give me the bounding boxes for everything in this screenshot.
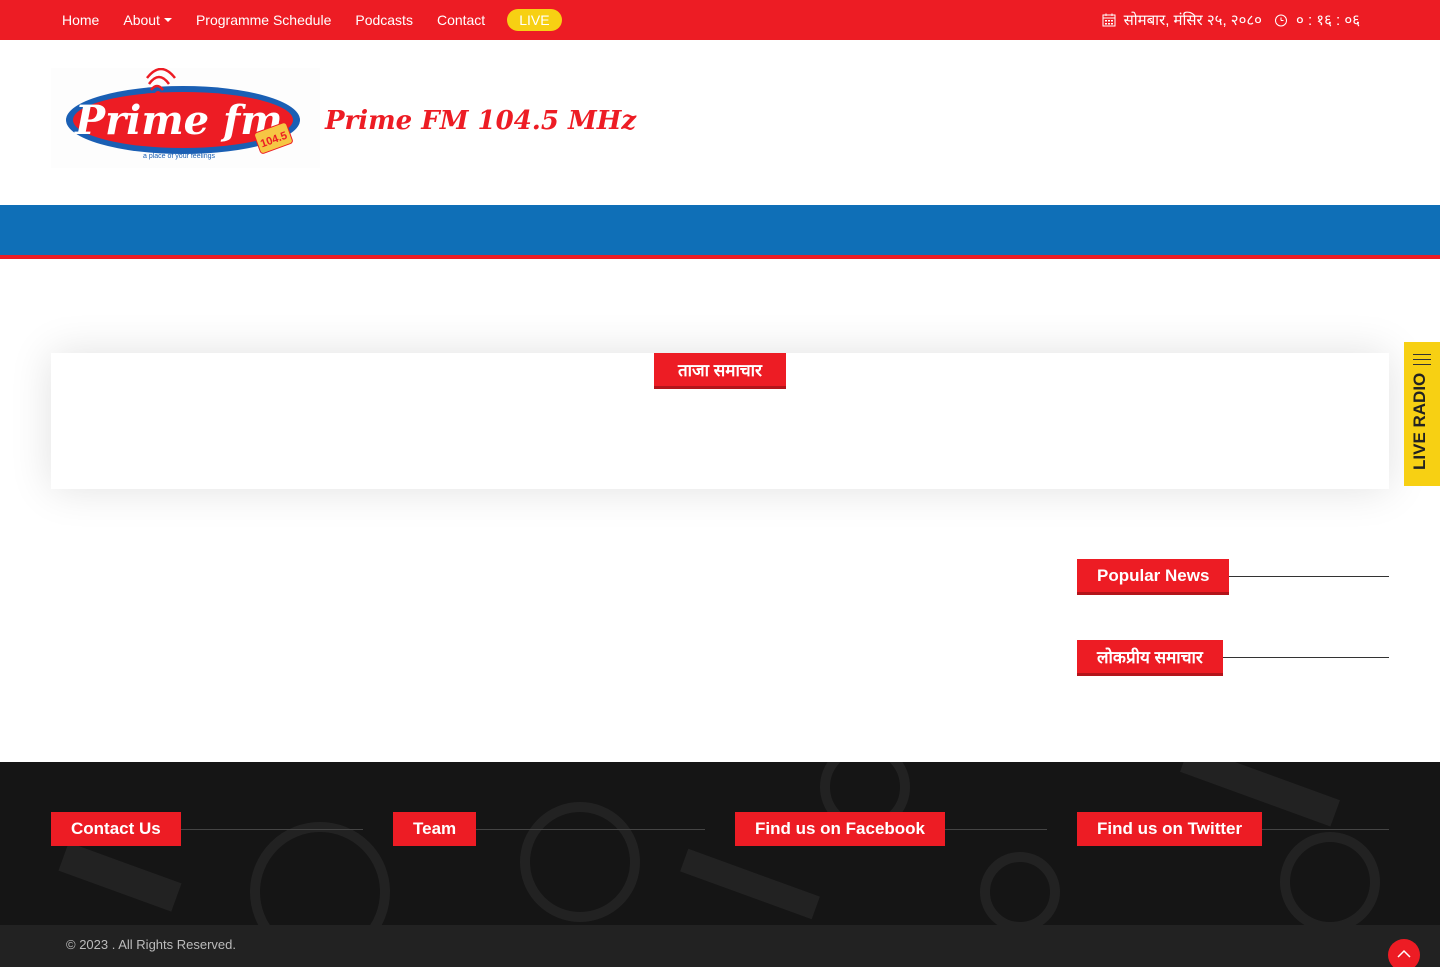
- footer-contact-title: Contact Us: [51, 812, 181, 846]
- popular-news-header: Popular News: [1077, 559, 1389, 595]
- date-item: सोमबार, मंसिर २५, २०८०: [1102, 10, 1262, 30]
- date-time: सोमबार, मंसिर २५, २०८० ० : १६ : ०६: [1090, 0, 1360, 40]
- footer-team-header: Team: [393, 812, 705, 846]
- nav-home[interactable]: Home: [62, 12, 99, 28]
- nav-contact[interactable]: Contact: [437, 12, 485, 28]
- footer-contact-header: Contact Us: [51, 812, 363, 846]
- live-button[interactable]: LIVE: [507, 9, 562, 31]
- site-logo[interactable]: Prime fm 104.5 a place of your feelings: [51, 67, 320, 168]
- popular-news-np-header: लोकप्रीय समाचार: [1077, 640, 1389, 676]
- nav-divider: [0, 255, 1440, 259]
- current-date: सोमबार, मंसिर २५, २०८०: [1123, 12, 1262, 29]
- footer-bg-decor: [980, 852, 1060, 925]
- menu-icon: [1413, 354, 1431, 366]
- caret-down-icon: [163, 18, 172, 22]
- logo-brand: Prime fm: [74, 97, 283, 144]
- nav-about-label: About: [123, 12, 160, 28]
- footer: Contact Us Team Find us on Facebook Find…: [0, 762, 1440, 925]
- popular-news-title: Popular News: [1077, 559, 1230, 595]
- main-nav-bar: [0, 205, 1440, 255]
- logo-tagline: a place of your feelings: [143, 153, 215, 160]
- footer-facebook-header: Find us on Facebook: [735, 812, 1047, 846]
- popular-news-np-title: लोकप्रीय समाचार: [1077, 640, 1223, 676]
- footer-twitter-title: Find us on Twitter: [1077, 812, 1263, 846]
- logo-graphic: Prime fm 104.5 a place of your feelings: [66, 67, 300, 160]
- nav-programme-label: Programme Schedule: [195, 12, 332, 28]
- calendar-icon: [1102, 13, 1116, 27]
- nav-podcasts-label: Podcasts: [355, 12, 413, 28]
- copyright-bar: © 2023 . All Rights Reserved.: [0, 925, 1440, 967]
- top-bar: Home About Programme Schedule Podcasts C…: [0, 0, 1440, 40]
- current-time: ० : १६ : ०६: [1295, 12, 1360, 29]
- footer-bg-decor: [58, 842, 182, 912]
- nav-programme-schedule[interactable]: Programme Schedule: [196, 12, 331, 28]
- footer-team-title: Team: [393, 812, 477, 846]
- clock-icon: [1274, 14, 1287, 27]
- copyright-text: © 2023 . All Rights Reserved.: [66, 937, 236, 952]
- live-radio-label: LIVE RADIO: [1410, 372, 1429, 470]
- footer-facebook-title: Find us on Facebook: [735, 812, 946, 846]
- site-title: Prime FM 104.5 MHz: [325, 106, 637, 136]
- latest-news-title: ताजा समाचार: [654, 353, 786, 389]
- scroll-to-top-button[interactable]: [1388, 939, 1420, 967]
- top-nav: Home About Programme Schedule Podcasts C…: [62, 0, 586, 40]
- nav-about[interactable]: About: [123, 12, 172, 28]
- nav-podcasts[interactable]: Podcasts: [355, 12, 413, 28]
- nav-home-label: Home: [62, 12, 100, 28]
- time-item: ० : १६ : ०६: [1274, 10, 1360, 30]
- footer-twitter-header: Find us on Twitter: [1077, 812, 1389, 846]
- chevron-up-icon: [1397, 949, 1411, 958]
- nav-contact-label: Contact: [436, 12, 486, 28]
- footer-bg-decor: [680, 848, 820, 920]
- live-radio-tab[interactable]: LIVE RADIO: [1404, 342, 1440, 486]
